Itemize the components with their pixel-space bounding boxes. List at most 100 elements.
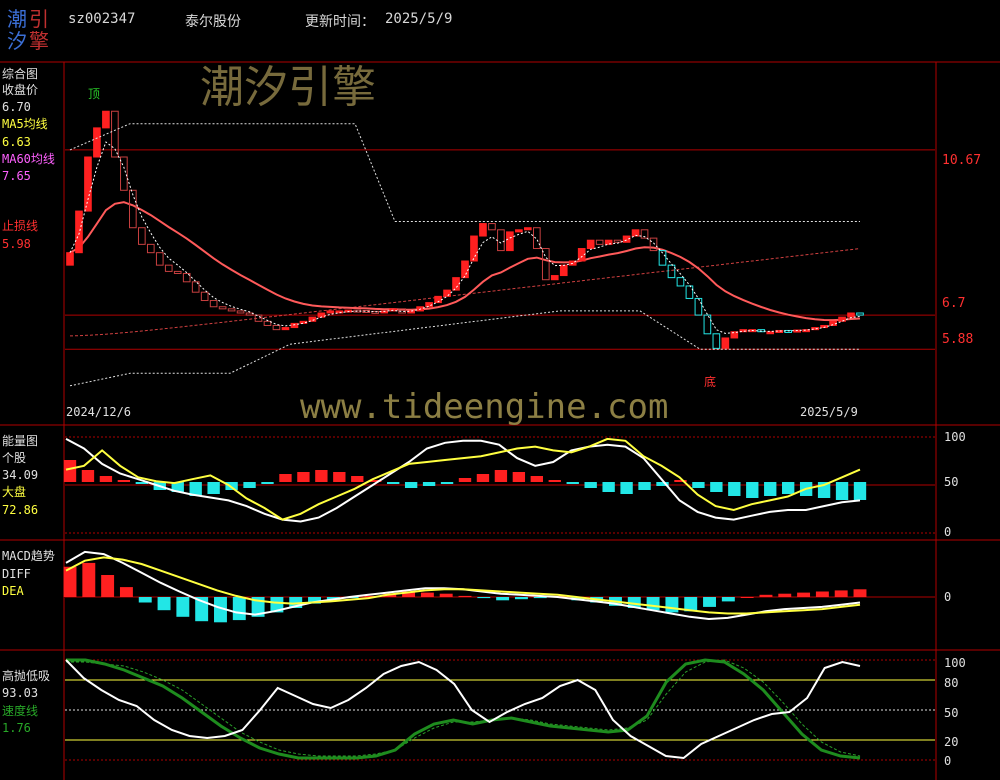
panel-macd-title: MACD趋势 [2,549,55,563]
speed-label: 速度线 [2,704,39,718]
candle [766,331,775,335]
candle [586,239,595,250]
close-label: 收盘价 [2,83,39,97]
candle [317,312,326,318]
watermark-url: www.tideengine.com [300,387,668,427]
macd-bar [740,597,754,598]
candle [613,239,622,243]
ma60-label: MA60均线 [2,152,55,166]
panel-composite-title: 综合图 [2,67,39,81]
macd-bar [496,597,510,601]
macd-bar [703,597,716,607]
candle [712,333,721,349]
candle [146,243,155,254]
macd-bar [477,597,491,599]
energy-tick-0: 0 [944,525,952,539]
candle [102,110,110,129]
energy-bar [548,480,561,482]
energy-bar [530,476,543,482]
energy-bar [351,476,364,482]
macd-bar [759,594,773,597]
macd-bar [665,597,679,613]
energy-bar [243,482,256,488]
energy-stock-label: 个股 [2,451,27,465]
candle [506,231,514,252]
candle [559,264,568,277]
panel-energy-title: 能量图 [2,434,39,448]
panel-energy [63,436,935,534]
candle [173,270,182,274]
energy-bar [835,482,849,500]
candle [443,289,451,297]
candle [541,248,550,281]
macd-bar [797,592,811,597]
bs-tick-100: 100 [944,656,966,670]
macd-bar [63,566,77,597]
energy-bar [315,470,328,482]
ma60-value: 7.65 [2,169,31,183]
candle [218,306,227,310]
energy-bar [728,482,741,496]
candle [595,239,604,245]
stop-band-lower [69,310,860,387]
energy-bar [207,482,220,494]
date-end: 2025/5/9 [800,405,858,419]
y-tick-5-88: 5.88 [942,332,974,347]
ma5-value: 6.63 [2,135,31,149]
macd-bar [101,575,115,597]
macd-bar [119,587,133,597]
energy-bar [494,470,508,482]
macd-bar [439,593,453,597]
energy-bar [692,482,705,488]
bs-tick-80: 80 [944,676,959,690]
energy-tick-100: 100 [944,430,966,444]
candle [497,229,505,252]
macd-bar [646,597,660,611]
macd-bar [176,597,190,617]
energy-bar [404,482,418,488]
macd-bar [853,589,867,597]
macd-bar [514,597,528,600]
energy-bar [387,482,400,484]
energy-bar [620,482,633,494]
chart-svg: 潮汐引擎 www.tideengine.com [0,61,1000,780]
candle [209,300,218,308]
macd-bar [420,592,434,597]
energy-bar [476,474,490,482]
energy-bar [566,482,579,484]
energy-bar [297,472,310,482]
energy-bar [638,482,651,490]
macd-bar [721,597,735,602]
stop-value: 5.98 [2,237,31,251]
candle [703,314,712,335]
ma5-line [69,141,861,334]
candle [685,285,694,299]
candle [524,227,532,231]
candle [335,310,344,314]
energy-bar [99,476,113,482]
energy-bar [422,482,436,486]
bs-tick-50: 50 [944,706,959,720]
energy-market-label: 大盘 [2,485,27,499]
candle [452,277,460,291]
energy-bar [117,480,131,482]
candle [721,337,730,349]
candle [479,223,487,237]
candle [694,297,703,316]
energy-bar [279,474,292,482]
macd-bar [157,597,171,611]
candle [236,310,245,314]
macd-tick-0: 0 [944,590,952,604]
candle [155,252,164,266]
candle [290,322,299,329]
energy-bar [710,482,723,492]
candle [667,264,676,279]
macd-bar [778,593,792,597]
macd-bar [834,590,848,597]
energy-tick-50: 50 [944,475,959,489]
energy-bar [458,478,472,482]
energy-bar [261,482,274,484]
candle [120,156,128,191]
candle [84,156,92,212]
panel-composite [65,110,935,387]
